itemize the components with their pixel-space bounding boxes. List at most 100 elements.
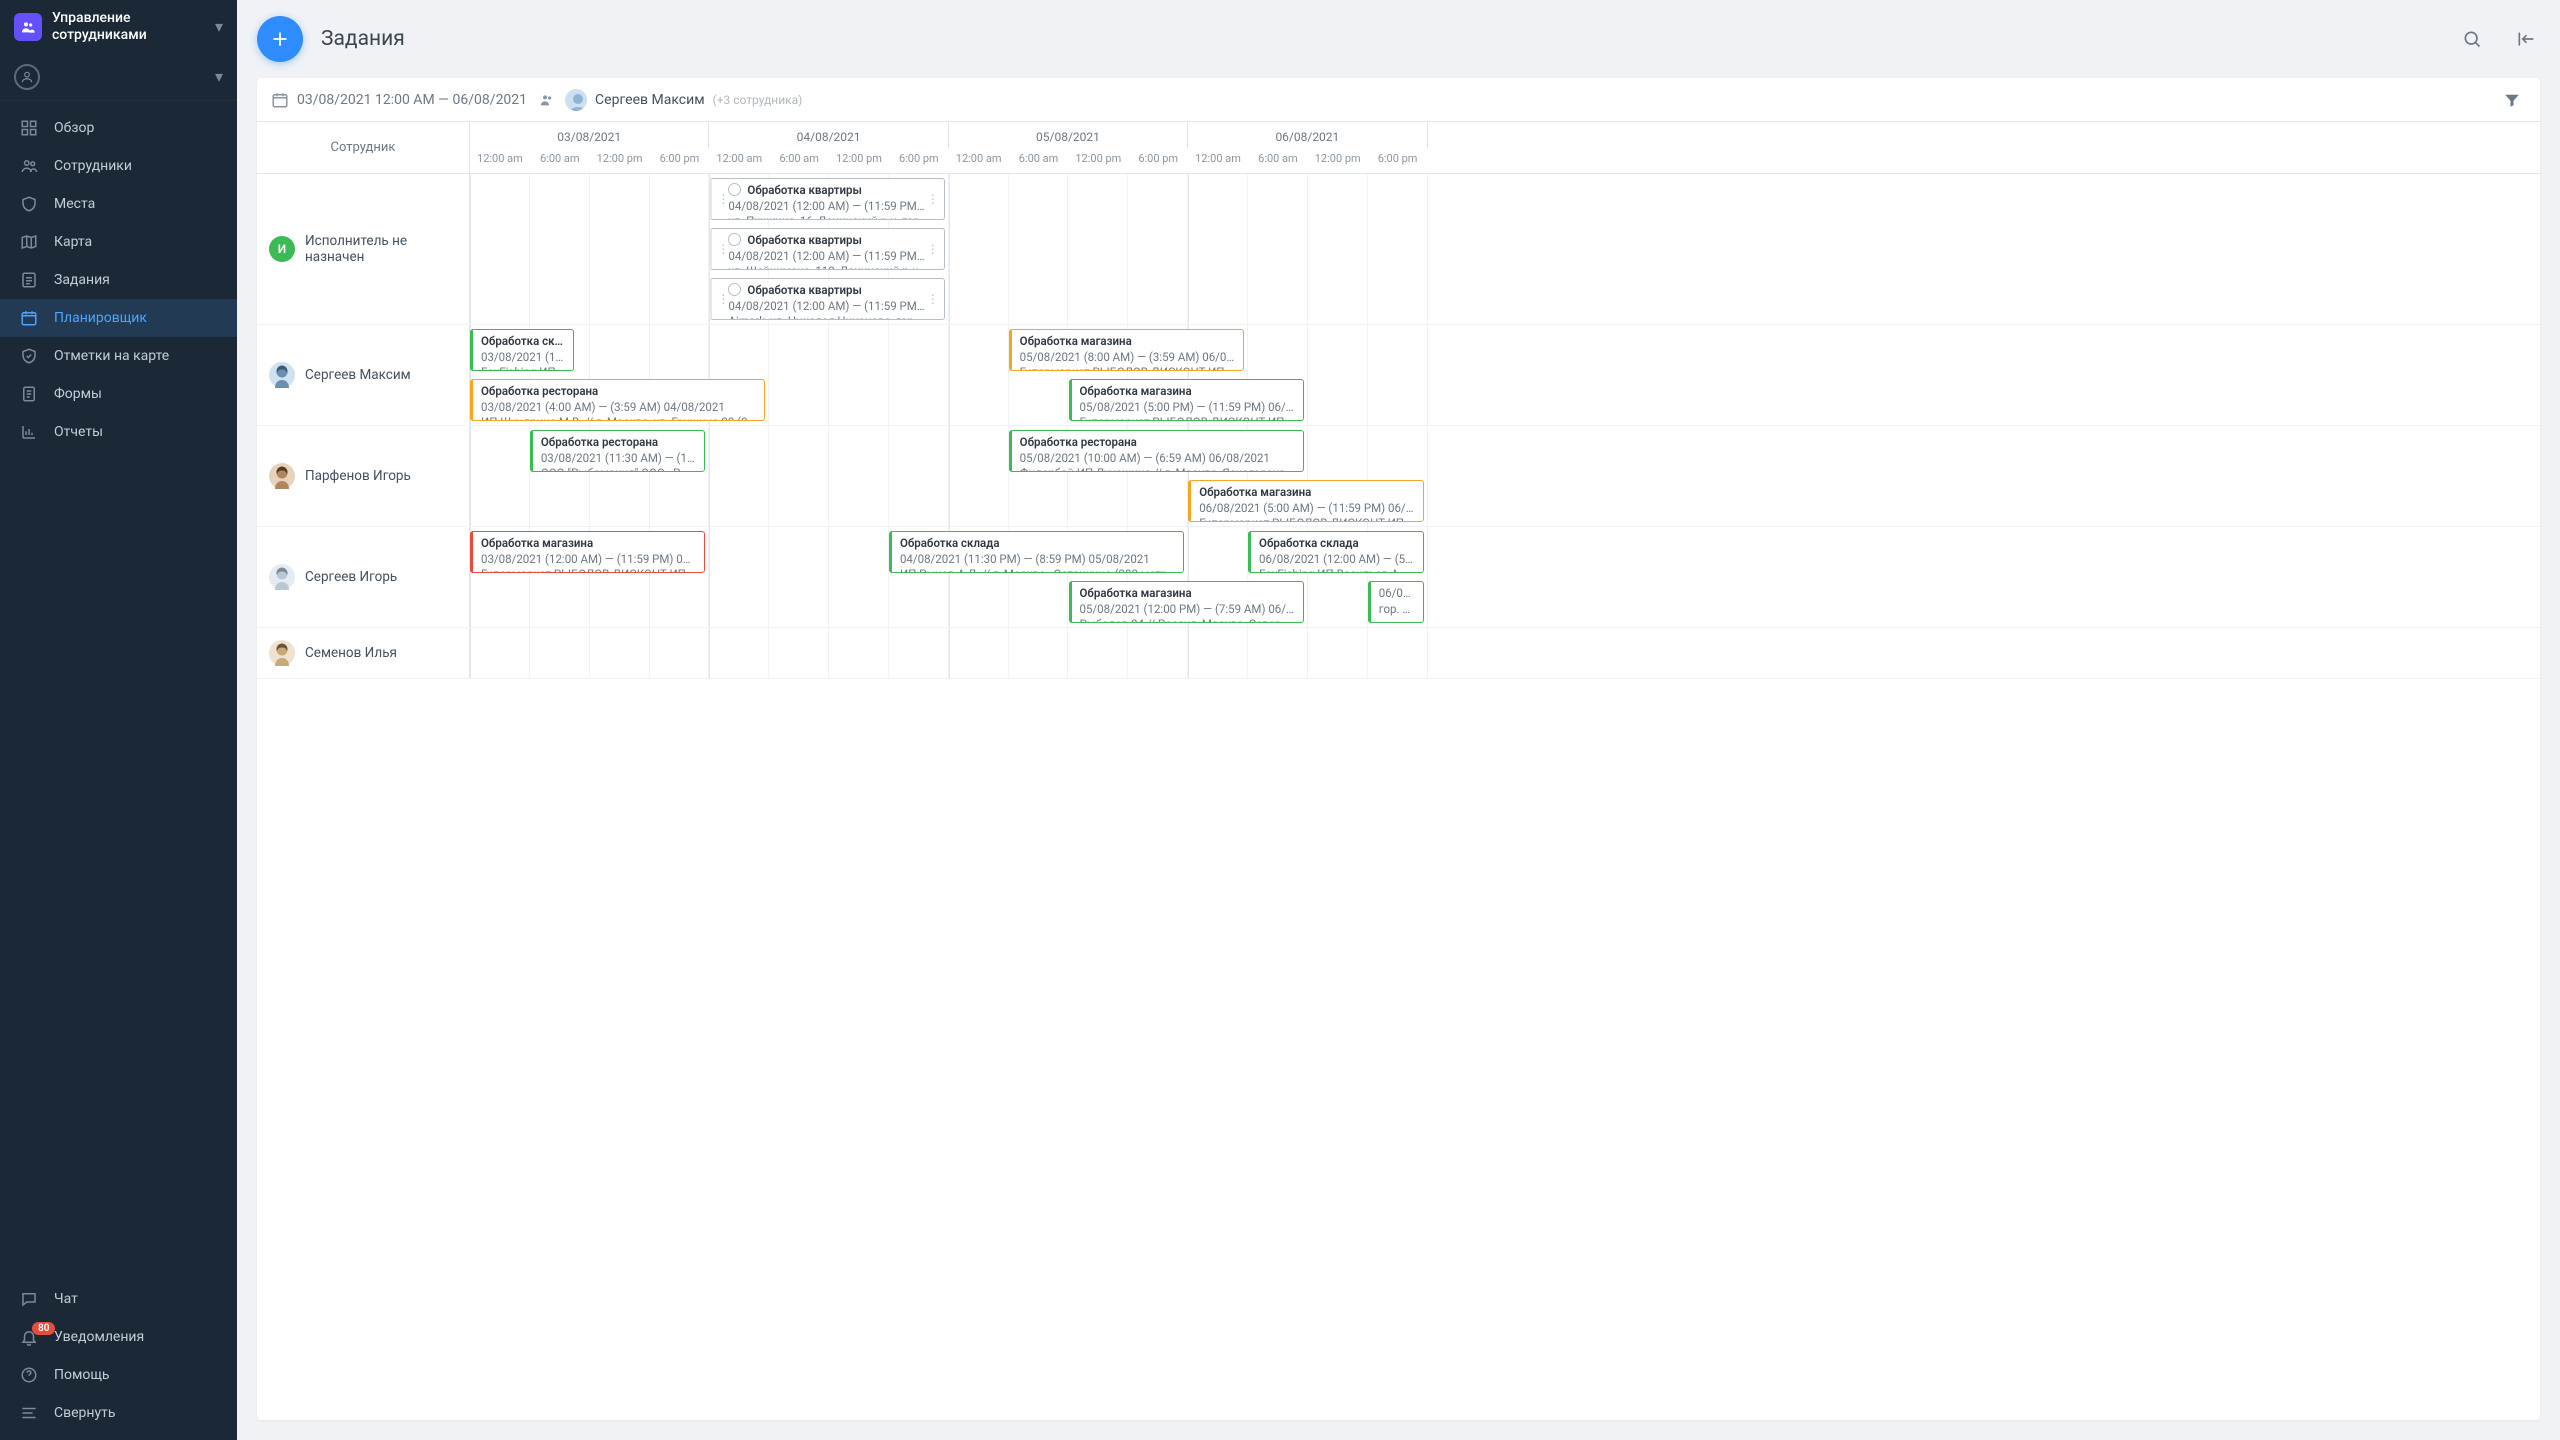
date-range-picker[interactable]: 03/08/2021 12:00 AM — 06/08/2021	[271, 91, 527, 109]
time-slot-header: 12:00 am	[949, 148, 1009, 173]
topbar: Задания	[237, 0, 2560, 78]
time-slot-header: 12:00 pm	[829, 148, 889, 173]
employee-cell[interactable]: Семенов Илья	[257, 628, 470, 678]
task-title: Обработка ресторана	[481, 384, 756, 400]
task-location: Гипермаркет РЫБОЛОВ-ДИСКОНТ ИП Галузо /…	[1080, 415, 1295, 421]
chevron-down-icon: ▾	[215, 67, 223, 86]
drag-handle-icon[interactable]: ⋮⋮	[934, 229, 944, 269]
sidebar-item-form[interactable]: Формы	[0, 375, 237, 413]
task-card[interactable]: Обработка магазина03/08/2021 (12:00 AM) …	[470, 531, 705, 573]
task-card[interactable]: Обработка магазина05/08/2021 (12:00 PM) …	[1069, 581, 1304, 623]
sidebar-item-people[interactable]: Сотрудники	[0, 147, 237, 185]
time-slot-header: 12:00 pm	[590, 148, 650, 173]
sidebar-item-label: Карта	[54, 234, 92, 250]
chevron-down-icon: ▾	[215, 17, 223, 36]
task-location: ул. Пушкина, 16, Ленинский р-н, гор. окр…	[728, 214, 927, 220]
task-title: Обработка ресторана	[1020, 435, 1295, 451]
task-card[interactable]: Обработка склада06/08/2021 (12:00 AM) — …	[1248, 531, 1424, 573]
task-card[interactable]: Обработка ресторана03/08/2021 (4:00 AM) …	[470, 379, 765, 421]
scheduler-row: Парфенов Игорь Обработка ресторана03/08/2…	[257, 426, 2540, 527]
sidebar-item-label: Свернуть	[54, 1405, 115, 1421]
task-title: Обработка магазина	[1199, 485, 1414, 501]
chat-icon	[18, 1290, 40, 1308]
collapse-panel-button[interactable]	[2512, 25, 2540, 53]
task-card[interactable]: Обработка магазина05/08/2021 (5:00 PM) —…	[1069, 379, 1304, 421]
task-title: Обработка квартиры	[728, 283, 927, 299]
employee-cell[interactable]: Парфенов Игорь	[257, 426, 470, 526]
sidebar-item-label: Помощь	[54, 1367, 110, 1383]
sidebar-item-help[interactable]: Помощь	[0, 1356, 237, 1394]
task-location: Фидербай ИП Лукашина // г. Москва, Ясног…	[1020, 466, 1295, 472]
task-time: 04/08/2021 (12:00 AM) — (11:59 PM) 04/0…	[728, 249, 927, 265]
chart-icon	[18, 423, 40, 441]
task-time: 05/08/2021 (10:00 AM) — (6:59 AM) 06/08/…	[1020, 451, 1295, 467]
task-card[interactable]: ⋮⋮ Обработка квартиры04/08/2021 (12:00 AM…	[709, 178, 944, 220]
sidebar-item-label: Формы	[54, 386, 102, 402]
sidebar-item-badge[interactable]: Отметки на карте	[0, 337, 237, 375]
employee-filter[interactable]: Сергеев Максим (+3 сотрудника)	[537, 89, 802, 111]
sidebar: Управление сотрудниками ▾ ▾ Обзор Сотрудн…	[0, 0, 237, 1440]
filter-button[interactable]	[2498, 86, 2526, 114]
sidebar-item-shield[interactable]: Места	[0, 185, 237, 223]
task-title: Обработка склада	[481, 334, 565, 350]
sidebar-item-chat[interactable]: Чат	[0, 1280, 237, 1318]
date-range-text: 03/08/2021 12:00 AM — 06/08/2021	[297, 92, 527, 108]
task-card[interactable]: Обработка склада04/08/2021 (11:30 PM) — …	[889, 531, 1184, 573]
additional-employees: (+3 сотрудника)	[713, 93, 803, 107]
sidebar-item-label: Сотрудники	[54, 158, 132, 174]
sidebar-item-checklist[interactable]: Задания	[0, 261, 237, 299]
task-card[interactable]: Обработка ресторана03/08/2021 (11:30 AM)…	[530, 430, 706, 472]
time-slot-header: 6:00 am	[1009, 148, 1069, 173]
task-location: Гипермаркет РЫБОЛОВ-ДИСКОНТ ИП Галузо /…	[1199, 516, 1414, 522]
search-button[interactable]	[2458, 25, 2486, 53]
task-title: Обработка квартиры	[728, 183, 927, 199]
task-title: Обработка магазина	[1080, 384, 1295, 400]
task-location: ИП Шундрина М.В. // г. Москва, ул. Гриши…	[481, 415, 756, 421]
drag-handle-icon[interactable]: ⋮⋮	[934, 179, 944, 219]
sidebar-item-bell[interactable]: Уведомления80	[0, 1318, 237, 1356]
task-card[interactable]: ⋮⋮ Обработка квартиры04/08/2021 (12:00 AM…	[709, 228, 944, 270]
sidebar-item-chart[interactable]: Отчеты	[0, 413, 237, 451]
task-title: Обработка магазина	[481, 536, 696, 552]
task-location: Гипермаркет РЫБОЛОВ-ДИСКОНТ ИП Галузо /…	[1020, 365, 1235, 371]
sidebar-item-collapse[interactable]: Свернуть	[0, 1394, 237, 1432]
profile-selector[interactable]: ▾	[0, 54, 237, 101]
form-icon	[18, 385, 40, 403]
time-slot-header: 6:00 am	[1248, 148, 1308, 173]
sidebar-item-label: Уведомления	[54, 1329, 144, 1345]
sidebar-item-map[interactable]: Карта	[0, 223, 237, 261]
shield-icon	[18, 195, 40, 213]
task-title: Обработка склада	[1259, 536, 1415, 552]
task-title: Обработка магазина	[1020, 334, 1235, 350]
task-location: ул. Шейнкмана, 110, Ленинский р-н, гор. …	[728, 264, 927, 270]
scheduler-grid[interactable]: Сотрудник 03/08/202104/08/202105/08/2021…	[257, 122, 2540, 1420]
task-time: 04/08/2021 (12:00 AM) — (11:59 PM) 04/0…	[728, 199, 927, 215]
sidebar-item-label: Отметки на карте	[54, 348, 169, 364]
sidebar-item-calendar[interactable]: Планировщик	[0, 299, 237, 337]
app-icon	[14, 13, 42, 41]
sidebar-item-dashboard[interactable]: Обзор	[0, 109, 237, 147]
task-card[interactable]: Обработка магазина05/08/2021 (8:00 AM) —…	[1009, 329, 1244, 371]
task-card[interactable]: Обработка магазина06/08/2021 (5:00 AM) —…	[1188, 480, 1423, 522]
task-card[interactable]: 06/08/…гор. ок…	[1368, 581, 1424, 623]
drag-handle-icon[interactable]: ⋮⋮	[934, 279, 944, 319]
task-card[interactable]: Обработка склада03/08/2021 (12:00 A…FoxF…	[470, 329, 574, 371]
task-title: Обработка квартиры	[728, 233, 927, 249]
task-location: FoxFishing ИП Васил…	[481, 365, 565, 371]
employee-cell[interactable]: ИИсполнитель не назначен	[257, 174, 470, 324]
employee-name: Исполнитель не назначен	[305, 233, 457, 265]
scheduler-row: Сергеев ИгорьОбработка магазина03/08/202…	[257, 527, 2540, 628]
employee-cell[interactable]: Сергеев Максим	[257, 325, 470, 425]
drag-handle-icon[interactable]: ⋮⋮	[712, 279, 722, 319]
app-selector[interactable]: Управление сотрудниками ▾	[0, 0, 237, 54]
drag-handle-icon[interactable]: ⋮⋮	[712, 179, 722, 219]
task-card[interactable]: ⋮⋮Обработка квартиры04/08/2021 (12:00 AM…	[709, 278, 944, 320]
drag-handle-icon[interactable]: ⋮⋮	[712, 229, 722, 269]
user-icon	[14, 64, 40, 90]
add-button[interactable]	[257, 16, 303, 62]
time-slot-header: 12:00 am	[1188, 148, 1248, 173]
task-card[interactable]: Обработка ресторана05/08/2021 (10:00 AM)…	[1009, 430, 1304, 472]
badge-icon	[18, 347, 40, 365]
employee-name: Сергеев Максим	[305, 367, 411, 383]
employee-cell[interactable]: Сергеев Игорь	[257, 527, 470, 627]
